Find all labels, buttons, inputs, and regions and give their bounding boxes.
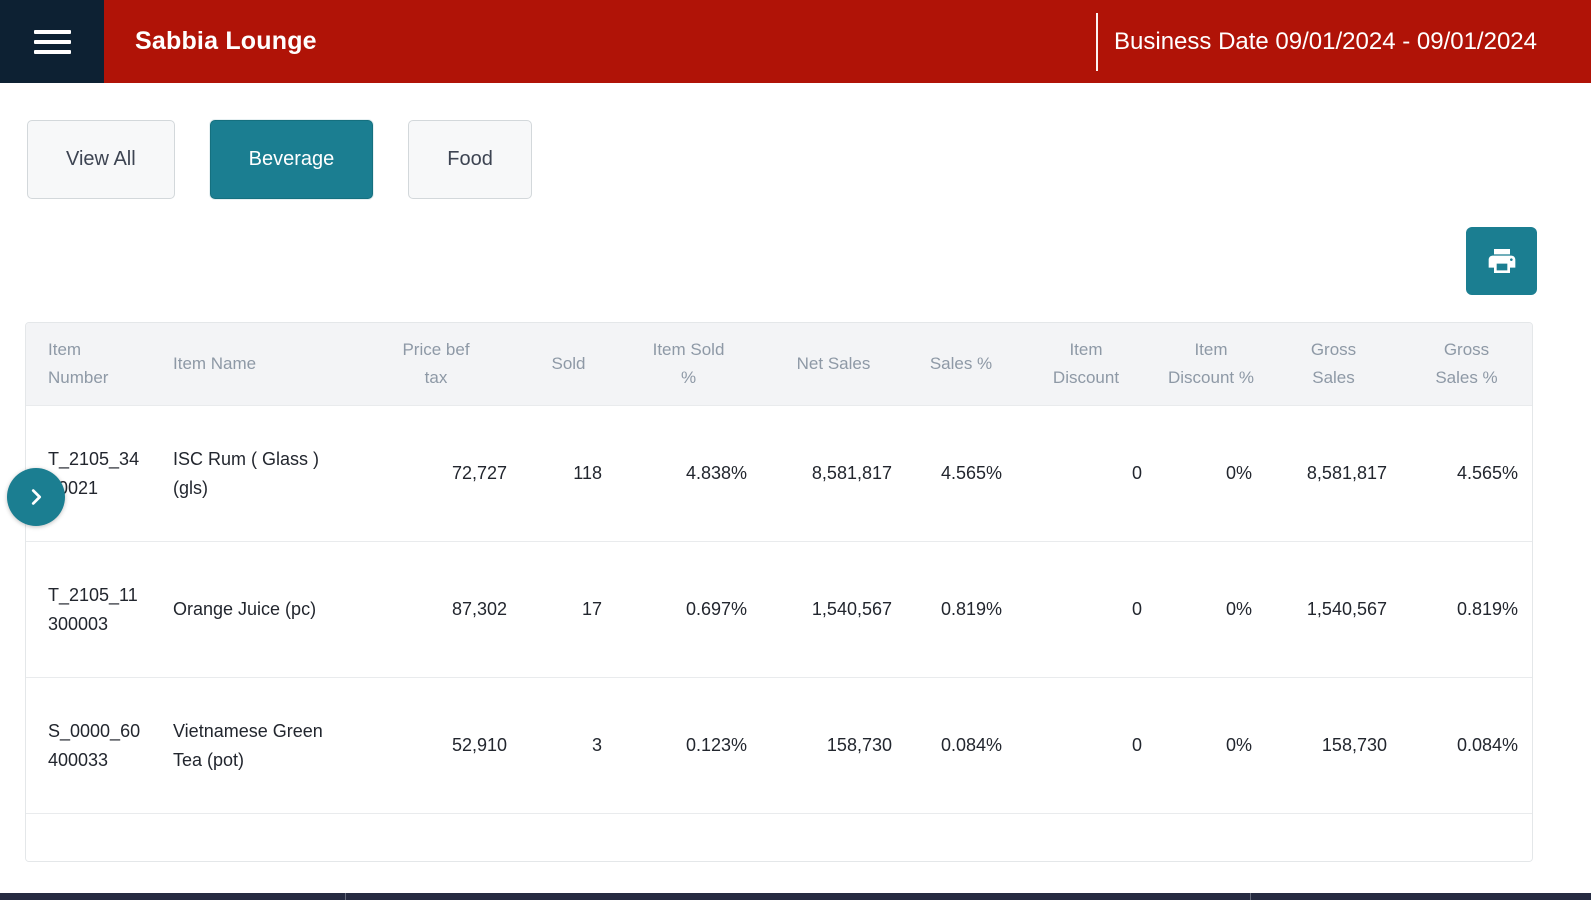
cell-item-name: ISC Rum ( Glass ) (gls) bbox=[161, 406, 351, 541]
cell-net-sales: 158,730 bbox=[761, 678, 906, 813]
cell-sold: 17 bbox=[521, 542, 616, 677]
category-filter-group: View All Beverage Food bbox=[27, 120, 532, 199]
cell-sold: 3 bbox=[521, 678, 616, 813]
cell-sold bbox=[521, 814, 616, 862]
bottom-bar-divider bbox=[1250, 893, 1251, 900]
app-header: Sabbia Lounge Business Date 09/01/2024 -… bbox=[0, 0, 1591, 83]
filter-view-all-button[interactable]: View All bbox=[27, 120, 175, 199]
table-row[interactable]: T_2105_34 00021 ISC Rum ( Glass ) (gls) … bbox=[26, 405, 1532, 541]
cell-price-bef-tax: 52,910 bbox=[351, 678, 521, 813]
cell-item-discount-pct bbox=[1156, 814, 1266, 862]
cell-gross-sales-pct: 0.819% bbox=[1401, 542, 1532, 677]
date-divider bbox=[1096, 13, 1098, 71]
chevron-right-icon bbox=[25, 486, 47, 508]
cell-item-name: Orange Juice (pc) bbox=[161, 542, 351, 677]
cell-item-discount: 0 bbox=[1016, 542, 1156, 677]
cell-net-sales: 1,540,567 bbox=[761, 542, 906, 677]
cell-sales-pct: 0.819% bbox=[906, 542, 1016, 677]
column-header-item-name: Item Name bbox=[161, 323, 351, 405]
cell-item-name: Vietnamese Green Tea (pot) bbox=[161, 678, 351, 813]
cell-item-discount-pct: 0% bbox=[1156, 678, 1266, 813]
cell-gross-sales-pct: 4.565% bbox=[1401, 406, 1532, 541]
cell-gross-sales bbox=[1266, 814, 1401, 862]
column-header-gross-sales: Gross Sales bbox=[1266, 323, 1401, 405]
column-header-item-sold-pct: Item Sold % bbox=[616, 323, 761, 405]
column-header-price-bef-tax: Price bef tax bbox=[351, 323, 521, 405]
cell-item-discount-pct: 0% bbox=[1156, 406, 1266, 541]
cell-price-bef-tax: 87,302 bbox=[351, 542, 521, 677]
cell-net-sales bbox=[761, 814, 906, 862]
cell-item-name: Fresh Watermelon bbox=[161, 814, 351, 862]
cell-price-bef-tax: 72,727 bbox=[351, 406, 521, 541]
cell-item-discount: 0 bbox=[1016, 406, 1156, 541]
appbar-right-section: Business Date 09/01/2024 - 09/01/2024 bbox=[1096, 13, 1591, 71]
bottom-bar bbox=[0, 893, 1591, 900]
column-header-item-number: Item Number bbox=[26, 323, 161, 405]
filter-beverage-button[interactable]: Beverage bbox=[210, 120, 374, 199]
column-header-item-discount: Item Discount bbox=[1016, 323, 1156, 405]
cell-gross-sales: 8,581,817 bbox=[1266, 406, 1401, 541]
cell-sold: 118 bbox=[521, 406, 616, 541]
column-header-sales-pct: Sales % bbox=[906, 323, 1016, 405]
cell-gross-sales: 1,540,567 bbox=[1266, 542, 1401, 677]
cell-sales-pct: 0.084% bbox=[906, 678, 1016, 813]
cell-item-number: T_2105_11 300003 bbox=[26, 542, 161, 677]
cell-item-sold-pct bbox=[616, 814, 761, 862]
cell-gross-sales-pct bbox=[1401, 814, 1532, 862]
page-title: Sabbia Lounge bbox=[135, 27, 317, 56]
menu-button[interactable] bbox=[0, 0, 104, 83]
column-header-gross-sales-pct: Gross Sales % bbox=[1401, 323, 1532, 405]
cell-item-number: S_0000_60 400033 bbox=[26, 678, 161, 813]
column-header-net-sales: Net Sales bbox=[761, 323, 906, 405]
hamburger-icon bbox=[34, 30, 71, 54]
cell-sales-pct bbox=[906, 814, 1016, 862]
cell-item-sold-pct: 0.123% bbox=[616, 678, 761, 813]
business-date-label: Business Date 09/01/2024 - 09/01/2024 bbox=[1114, 28, 1537, 56]
table-header-row: Item Number Item Name Price bef tax Sold… bbox=[26, 323, 1532, 405]
table-row-clipped[interactable]: T_2105_11 Fresh Watermelon bbox=[26, 813, 1532, 862]
cell-item-discount bbox=[1016, 814, 1156, 862]
cell-sales-pct: 4.565% bbox=[906, 406, 1016, 541]
cell-gross-sales: 158,730 bbox=[1266, 678, 1401, 813]
cell-item-sold-pct: 4.838% bbox=[616, 406, 761, 541]
cell-item-discount-pct: 0% bbox=[1156, 542, 1266, 677]
cell-price-bef-tax bbox=[351, 814, 521, 862]
cell-net-sales: 8,581,817 bbox=[761, 406, 906, 541]
filter-food-button[interactable]: Food bbox=[408, 120, 532, 199]
items-sales-table: Item Number Item Name Price bef tax Sold… bbox=[25, 322, 1533, 862]
cell-item-sold-pct: 0.697% bbox=[616, 542, 761, 677]
expand-row-button[interactable] bbox=[7, 468, 65, 526]
column-header-item-discount-pct: Item Discount % bbox=[1156, 323, 1266, 405]
table-row[interactable]: T_2105_11 300003 Orange Juice (pc) 87,30… bbox=[26, 541, 1532, 677]
table-row[interactable]: S_0000_60 400033 Vietnamese Green Tea (p… bbox=[26, 677, 1532, 813]
cell-gross-sales-pct: 0.084% bbox=[1401, 678, 1532, 813]
print-button[interactable] bbox=[1466, 227, 1537, 295]
bottom-bar-divider bbox=[345, 893, 346, 900]
cell-item-discount: 0 bbox=[1016, 678, 1156, 813]
column-header-sold: Sold bbox=[521, 323, 616, 405]
cell-item-number: T_2105_11 bbox=[26, 814, 161, 862]
printer-icon bbox=[1485, 245, 1519, 277]
